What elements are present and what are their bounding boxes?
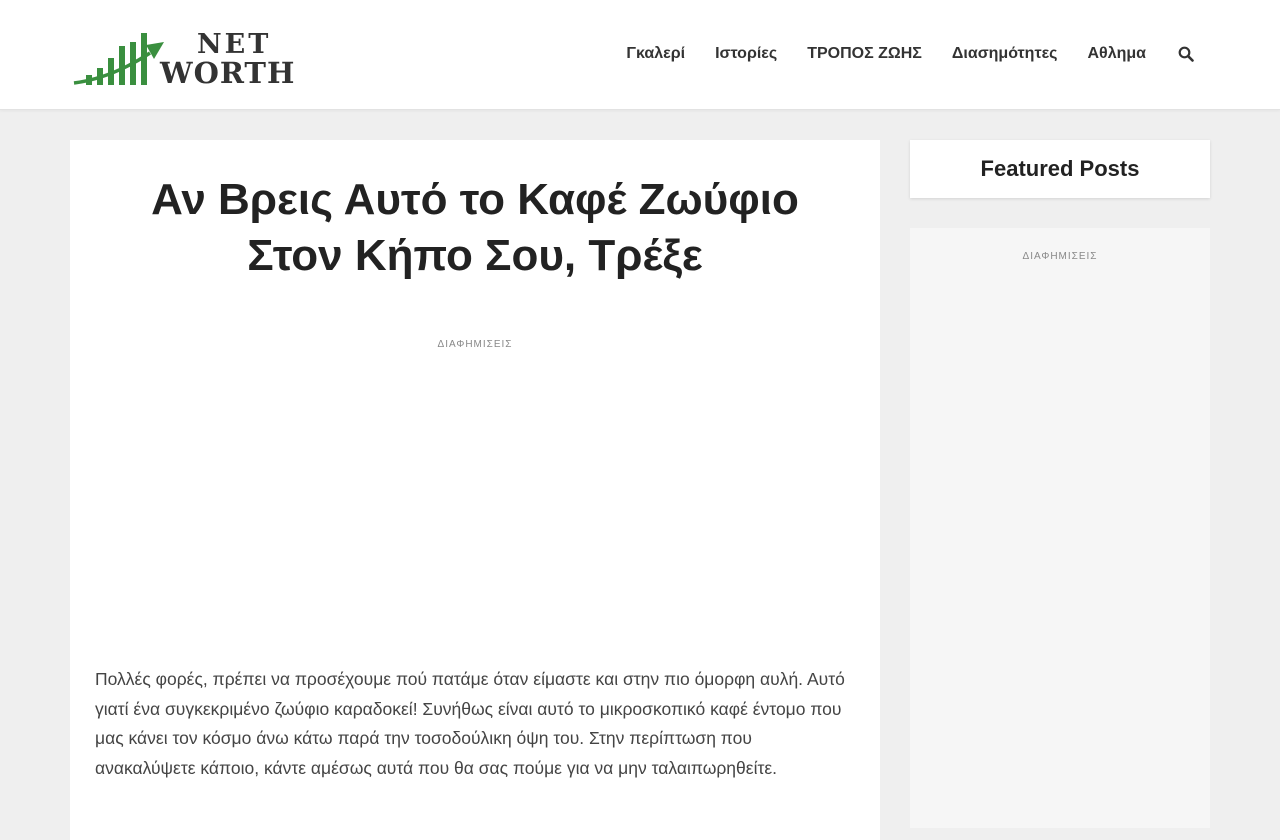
search-icon [1178,46,1194,62]
main-nav: Γκαλερί Ιστορίες ΤΡΟΠΟΣ ΖΩΗΣ Διασημότητε… [596,43,1194,65]
nav-item-stories[interactable]: Ιστορίες [715,43,777,65]
logo-text-worth: WORTH [160,56,296,90]
growth-chart-arrow-icon [73,33,164,85]
site-logo[interactable]: NET WORTH [72,28,334,90]
sidebar-ad-slot[interactable]: ΔΙΑΦΗΜΙΣΕΙΣ [910,228,1210,828]
site-header: NET WORTH Γκαλερί Ιστορίες ΤΡΟΠΟΣ ΖΩΗΣ Δ… [0,0,1280,110]
article-ad-label: ΔΙΑΦΗΜΙΣΕΙΣ [437,339,513,350]
article-card: Αν Βρεις Αυτό το Καφέ Ζωύφιο Στον Κήπο Σ… [70,140,880,840]
article-ad-slot[interactable] [95,360,855,640]
search-button[interactable] [1178,45,1194,63]
logo-text-net: NET [197,29,272,60]
nav-item-lifestyle[interactable]: ΤΡΟΠΟΣ ΖΩΗΣ [807,43,922,65]
sidebar-ad-label: ΔΙΑΦΗΜΙΣΕΙΣ [1022,251,1098,262]
nav-item-celebrities[interactable]: Διασημότητες [952,43,1058,65]
nav-item-gallery[interactable]: Γκαλερί [626,43,685,65]
article-title: Αν Βρεις Αυτό το Καφέ Ζωύφιο Στον Κήπο Σ… [151,175,799,280]
featured-posts-widget: Featured Posts [910,140,1210,198]
nav-item-sports[interactable]: Αθλημα [1088,43,1147,65]
featured-posts-title: Featured Posts [980,156,1140,181]
article-paragraph: Πολλές φορές, πρέπει να προσέχουμε πού π… [95,669,845,778]
